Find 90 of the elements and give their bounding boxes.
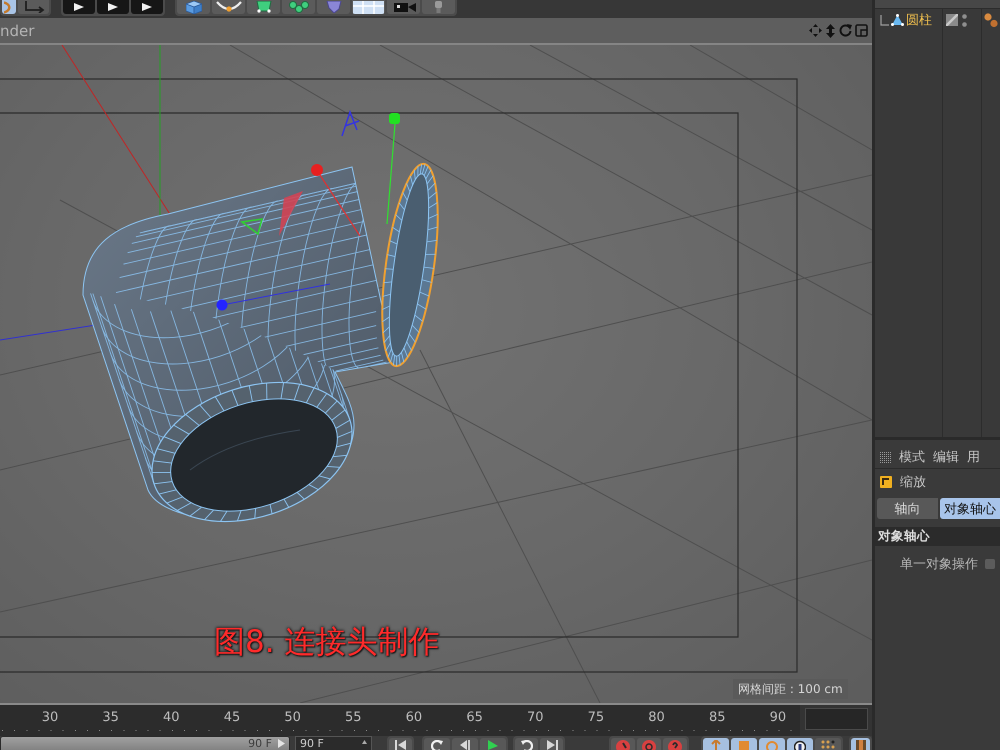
slider-arrow-icon[interactable] [278,739,285,748]
frame-number: 90 [768,709,788,727]
field-label: 单一对象操作 [900,556,978,573]
frame-number: 75 [586,709,606,727]
frame-number: 60 [404,709,424,727]
window-icon [855,24,868,37]
ring-circle-icon [642,740,656,750]
timeline-ruler[interactable]: 30 35 40 45 50 55 60 65 70 75 80 85 90 [0,705,800,736]
skip-end-icon [546,740,558,750]
scale-tool-icon [880,476,892,488]
frame-number: 55 [344,709,363,727]
curve-icon [216,1,242,13]
y-axis-handle[interactable] [386,113,400,224]
step-back-icon [460,740,470,750]
cube-icon [186,0,202,14]
playback-button[interactable] [452,738,478,750]
ring-icon [766,740,778,750]
move-view-button[interactable] [809,24,822,37]
play-arrow-icon [74,3,84,11]
up-arrow-icon [710,740,722,750]
object-name[interactable]: 圆柱 [906,11,932,29]
playback-button[interactable] [540,738,563,750]
dots-grid-icon [821,740,835,750]
frame-number: 35 [101,709,120,727]
play-arrow-icon [142,3,152,11]
attribute-menu-item[interactable]: 模式 [899,448,925,466]
playback-button[interactable] [611,738,635,750]
toolbar-button[interactable] [97,0,129,14]
cluster-icon [288,1,310,13]
playback-button[interactable] [480,738,506,750]
attribute-menu-item[interactable]: 用 [967,448,980,466]
frame-number: 85 [708,709,726,727]
play-icon [488,740,498,750]
attribute-menu-item[interactable]: 编辑 [933,448,959,466]
zoom-view-button[interactable] [825,24,836,38]
frame-number: 40 [162,709,181,727]
grid-icon [353,0,384,14]
plane-handle[interactable] [279,191,303,236]
toolbar-button[interactable] [131,0,163,14]
range-slider-track[interactable]: 90 F [0,736,290,750]
frame-field[interactable] [805,708,868,730]
film-strip-icon [856,740,866,750]
trapezoid-icon [254,1,274,13]
range-value: 90 F [248,737,272,750]
toolbar-button[interactable] [63,0,95,14]
tool-button[interactable] [787,738,813,750]
figure-caption: 图8. 连接头制作 [214,623,440,662]
axis-marker-icon [341,110,360,137]
bulb-icon [434,1,443,13]
toolbar-button[interactable] [247,0,280,14]
plane-handle[interactable] [240,218,264,236]
attribute-tab[interactable]: 轴向 [877,498,938,519]
frame-input[interactable]: 90 F [295,736,372,750]
slashed-square-icon[interactable] [946,14,958,26]
maximize-view-button[interactable] [855,24,868,37]
triangle-icon [891,14,904,26]
curved-arrow-icon [520,740,532,750]
rotate-view-button[interactable] [839,24,852,37]
shield-icon [326,1,342,13]
playback-button[interactable] [515,738,538,750]
toolbar-button[interactable] [352,0,385,14]
checkbox[interactable] [985,559,995,569]
z-axis-handle[interactable] [216,284,330,310]
axis-corner-icon [22,1,44,13]
frame-number: 70 [526,709,545,727]
tree-connector-icon [880,14,889,26]
curved-arrow-icon [431,740,443,750]
rotate-icon [839,24,852,37]
frame-number: 65 [465,709,484,727]
playback-button[interactable] [663,738,687,750]
move-arrows-icon [809,24,822,37]
up-down-arrow-icon [825,24,836,38]
frame-number: 50 [283,709,302,727]
spheres-icon[interactable] [984,12,998,28]
frame-number: 80 [647,709,666,727]
skip-start-icon [394,740,406,750]
dots-icon[interactable] [962,14,967,26]
3d-viewport[interactable]: 图8. 连接头制作 网格间距 : 100 cm [0,45,872,705]
question-icon [668,740,682,750]
grid-spacing-label: 网格间距 : 100 cm [733,679,848,699]
attribute-tab[interactable]: 对象轴心 [940,498,1000,519]
x-axis-handle[interactable] [311,164,360,236]
attribute-title: 缩放 [900,474,926,491]
section-header: 对象轴心 [875,527,1000,546]
playback-button[interactable] [424,738,450,750]
play-arrow-icon [108,3,118,11]
playback-button[interactable] [637,738,661,750]
frame-number: 45 [222,709,242,727]
frame-number: 30 [40,709,60,727]
square-icon [738,740,750,750]
